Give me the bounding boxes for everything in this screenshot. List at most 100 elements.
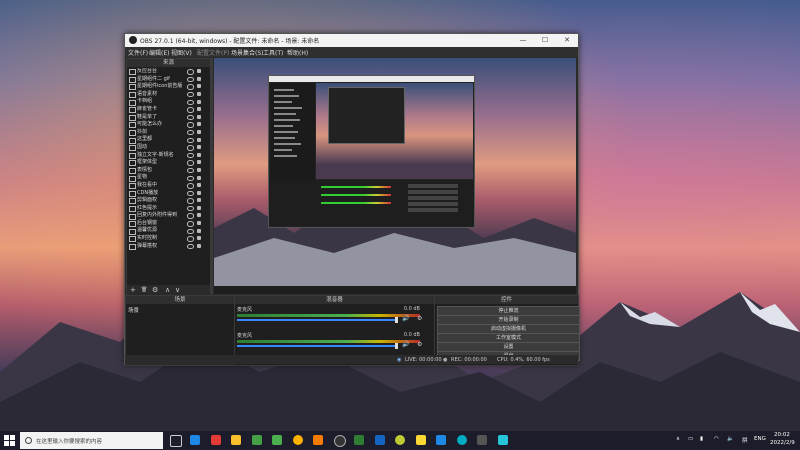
lock-icon[interactable] [197, 160, 201, 165]
lock-icon[interactable] [197, 167, 201, 172]
lock-icon[interactable] [197, 69, 201, 74]
lock-icon[interactable] [197, 221, 201, 226]
menu-tools[interactable]: 工具(T) [263, 48, 283, 57]
menu-file[interactable]: 文件(F) [128, 48, 148, 57]
close-button[interactable]: ✕ [556, 34, 578, 47]
lock-icon[interactable] [197, 243, 201, 248]
lock-icon[interactable] [197, 76, 201, 81]
wechat-icon[interactable] [272, 435, 282, 445]
menu-scene-collection[interactable]: 场景集合(S) [231, 48, 264, 57]
lock-icon[interactable] [197, 183, 201, 188]
source-item[interactable]: 星物 [127, 174, 210, 182]
app-icon[interactable] [395, 435, 405, 445]
input-method-icon[interactable]: 拼 [742, 436, 748, 444]
speaker-icon[interactable]: 🔊 [402, 341, 409, 348]
wifi-icon[interactable]: ◠ [714, 436, 719, 442]
eye-icon[interactable] [187, 84, 194, 90]
lock-icon[interactable] [197, 145, 201, 150]
lock-icon[interactable] [197, 99, 201, 104]
lock-icon[interactable] [197, 228, 201, 233]
eye-icon[interactable] [187, 114, 194, 121]
source-item[interactable]: 弹幕搭权 [127, 243, 210, 251]
eye-icon[interactable] [187, 91, 194, 98]
lock-icon[interactable] [197, 198, 201, 203]
source-item[interactable]: 可能怎么办 [127, 121, 210, 129]
scene-item[interactable]: 场景 [128, 306, 139, 314]
lock-icon[interactable] [197, 190, 201, 195]
folder-icon[interactable] [416, 435, 426, 445]
speaker-icon[interactable]: 🔊 [402, 315, 409, 322]
volume-slider[interactable] [237, 345, 397, 347]
minimize-button[interactable]: — [512, 34, 534, 47]
source-item[interactable]: 国动 [127, 144, 210, 152]
app-icon[interactable] [436, 435, 446, 445]
volume-slider[interactable] [237, 319, 397, 321]
eye-icon[interactable] [187, 175, 194, 181]
eye-icon[interactable] [187, 190, 194, 197]
source-item[interactable]: 温馨优源 [127, 227, 210, 235]
source-item[interactable]: 剪辑面权 [127, 197, 210, 205]
excel-icon[interactable] [252, 435, 262, 445]
app-icon[interactable] [457, 435, 467, 445]
source-item[interactable]: 卡档组 [127, 98, 210, 106]
eye-icon[interactable] [187, 107, 194, 113]
clock-time[interactable]: 20:02 [774, 432, 790, 438]
move-down-button[interactable]: ∨ [175, 286, 180, 294]
eye-icon[interactable] [187, 213, 194, 219]
lock-icon[interactable] [197, 122, 201, 127]
file-explorer-icon[interactable] [231, 435, 241, 445]
language-indicator[interactable]: ENG [754, 436, 766, 442]
task-view-icon[interactable] [170, 435, 182, 447]
volume-knob[interactable] [395, 317, 398, 323]
eye-icon[interactable] [187, 122, 194, 128]
sources-scrollbar[interactable] [210, 58, 213, 294]
eye-icon[interactable] [187, 69, 194, 75]
eye-icon[interactable] [187, 167, 194, 174]
maximize-button[interactable]: ☐ [534, 34, 556, 47]
app-icon[interactable] [477, 435, 487, 445]
eye-icon[interactable] [187, 160, 194, 166]
source-item[interactable]: 实时控制 [127, 235, 210, 243]
lock-icon[interactable] [197, 175, 201, 180]
xbox-icon[interactable] [354, 435, 364, 445]
eye-icon[interactable] [187, 99, 194, 106]
lock-icon[interactable] [197, 129, 201, 134]
edge-icon[interactable] [190, 435, 200, 445]
lock-icon[interactable] [197, 114, 201, 119]
eye-icon[interactable] [187, 198, 194, 204]
app-icon[interactable] [498, 435, 508, 445]
source-item[interactable]: 麻雀管卡 [127, 106, 210, 114]
volume-icon[interactable]: 🔈 [727, 436, 734, 442]
lock-icon[interactable] [197, 213, 201, 218]
source-item[interactable]: CDN播放 [127, 190, 210, 198]
source-settings-button[interactable]: ⚙ [152, 286, 158, 294]
eye-icon[interactable] [187, 129, 194, 136]
menu-help[interactable]: 帮助(H) [287, 48, 308, 57]
chrome-icon[interactable] [293, 435, 303, 445]
tray-chevron-icon[interactable]: ∧ [676, 436, 680, 442]
move-up-button[interactable]: ∧ [165, 286, 170, 294]
eye-icon[interactable] [187, 221, 194, 227]
source-item[interactable]: 框架体型 [127, 159, 210, 167]
eye-icon[interactable] [187, 228, 194, 235]
lock-icon[interactable] [197, 205, 201, 210]
eye-icon[interactable] [187, 183, 194, 189]
eye-icon[interactable] [187, 152, 194, 159]
lock-icon[interactable] [197, 236, 201, 241]
eye-icon[interactable] [187, 137, 194, 144]
battery-icon[interactable]: ▮ [700, 436, 703, 442]
add-source-button[interactable]: + [130, 286, 136, 294]
windows-start-icon[interactable] [4, 435, 15, 446]
gear-icon[interactable]: ⚙ [417, 315, 422, 322]
eye-icon[interactable] [187, 205, 194, 212]
volume-knob[interactable] [395, 343, 398, 349]
lock-icon[interactable] [197, 137, 201, 142]
eye-icon[interactable] [187, 145, 194, 151]
app-icon[interactable] [313, 435, 323, 445]
network-icon[interactable]: ▭ [688, 436, 693, 442]
window-titlebar[interactable]: OBS 27.0.1 (64-bit, windows) - 配置文件: 未命名… [125, 34, 578, 47]
clock-date[interactable]: 2022/2/9 [770, 440, 795, 446]
eye-icon[interactable] [187, 76, 194, 83]
remove-source-button[interactable]: 🗑 [141, 287, 147, 293]
eye-icon[interactable] [187, 236, 194, 242]
